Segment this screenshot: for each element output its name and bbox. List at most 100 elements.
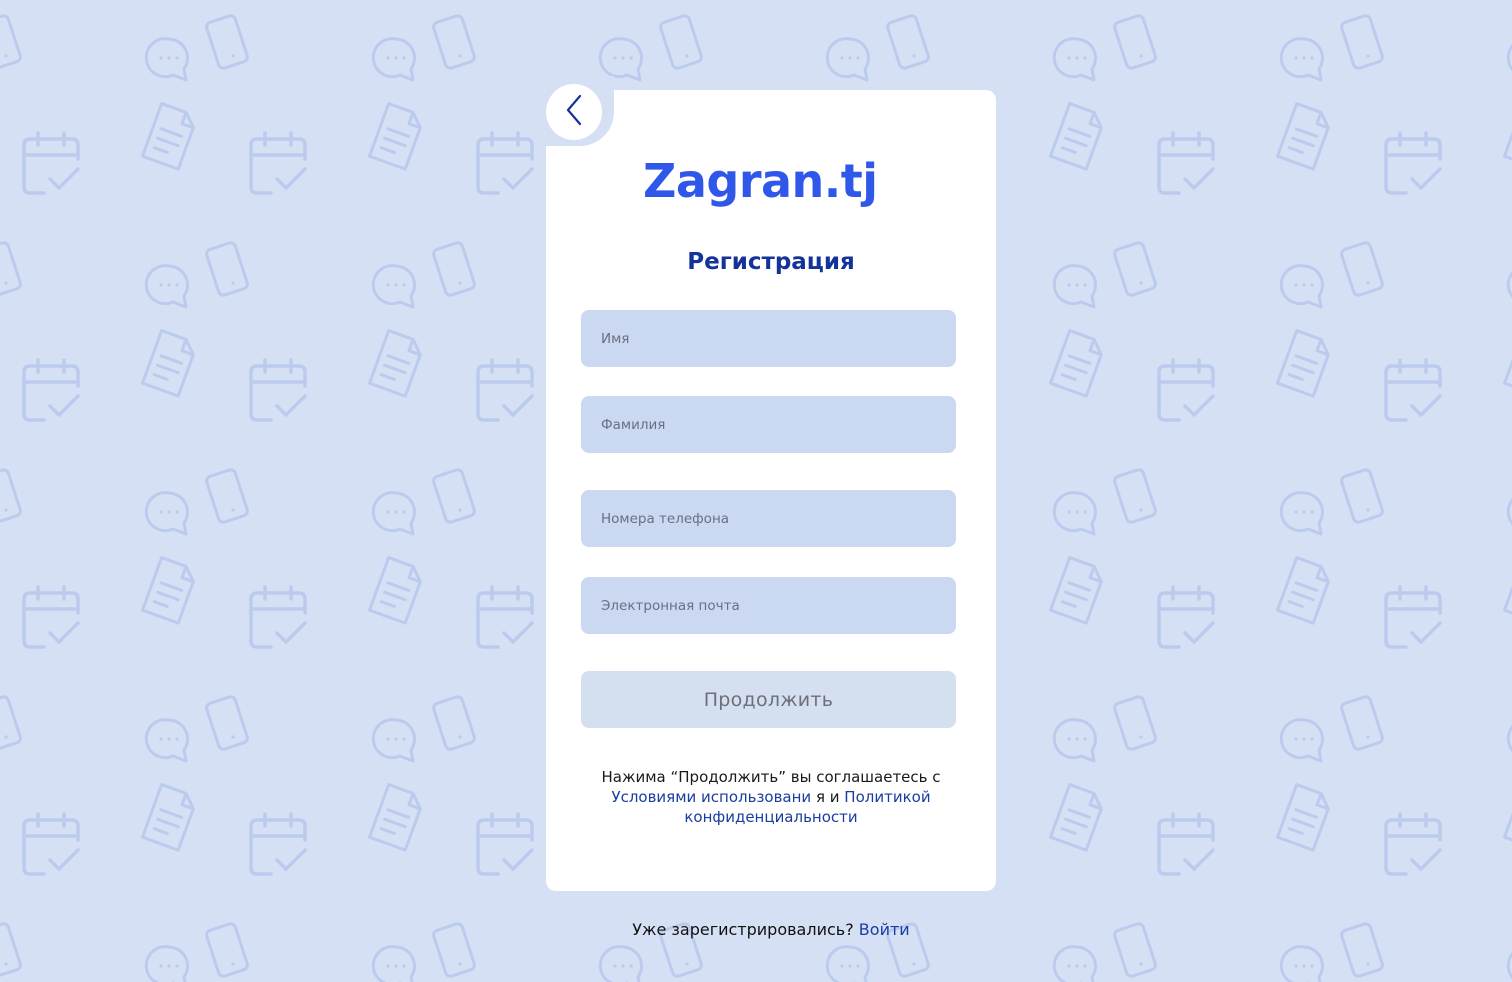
login-link[interactable]: Войти xyxy=(859,920,910,939)
email-input[interactable] xyxy=(581,577,956,634)
continue-button[interactable]: Продолжить xyxy=(581,671,956,728)
phone-icon xyxy=(1338,921,1386,979)
phone-icon xyxy=(0,694,24,752)
document-icon xyxy=(141,102,199,171)
chat-bubble-icon xyxy=(1052,491,1098,536)
chat-bubble-icon xyxy=(1506,491,1512,536)
calendar-check-icon xyxy=(249,358,307,422)
document-icon xyxy=(1049,556,1107,625)
document-icon xyxy=(1503,329,1512,398)
chat-bubble-icon xyxy=(144,37,190,82)
calendar-check-icon xyxy=(249,585,307,649)
chat-bubble-icon xyxy=(371,37,417,82)
phone-icon xyxy=(1338,694,1386,752)
document-icon xyxy=(368,102,426,171)
chat-bubble-icon xyxy=(598,945,644,982)
chat-bubble-icon xyxy=(598,37,644,82)
phone-icon xyxy=(657,13,705,71)
chat-bubble-icon xyxy=(371,945,417,982)
document-icon xyxy=(1503,556,1512,625)
chat-bubble-icon xyxy=(144,945,190,982)
phone-input[interactable] xyxy=(581,490,956,547)
chat-bubble-icon xyxy=(1052,718,1098,763)
phone-icon xyxy=(203,467,251,525)
calendar-check-icon xyxy=(476,131,534,195)
calendar-check-icon xyxy=(22,131,80,195)
chat-bubble-icon xyxy=(1506,37,1512,82)
calendar-check-icon xyxy=(476,812,534,876)
chat-bubble-icon xyxy=(1279,264,1325,309)
chat-bubble-icon xyxy=(825,37,871,82)
chat-bubble-icon xyxy=(1279,37,1325,82)
document-icon xyxy=(1503,102,1512,171)
phone-icon xyxy=(430,921,478,979)
signin-prompt: Уже зарегистрировались? Войти xyxy=(546,919,996,941)
document-icon xyxy=(1049,783,1107,852)
phone-icon xyxy=(1111,921,1159,979)
signin-question: Уже зарегистрировались? xyxy=(632,920,854,939)
calendar-check-icon xyxy=(1384,812,1442,876)
document-icon xyxy=(368,329,426,398)
chat-bubble-icon xyxy=(371,718,417,763)
calendar-check-icon xyxy=(1157,358,1215,422)
phone-icon xyxy=(0,13,24,71)
phone-icon xyxy=(203,694,251,752)
document-icon xyxy=(1049,329,1107,398)
chat-bubble-icon xyxy=(825,945,871,982)
calendar-check-icon xyxy=(1157,131,1215,195)
chat-bubble-icon xyxy=(1052,264,1098,309)
back-button[interactable] xyxy=(546,84,602,140)
document-icon xyxy=(1276,102,1334,171)
page-title: Регистрация xyxy=(687,249,855,275)
chat-bubble-icon xyxy=(1506,264,1512,309)
document-icon xyxy=(141,783,199,852)
phone-icon xyxy=(430,467,478,525)
terms-middle: я и xyxy=(815,788,840,806)
terms-of-use-link[interactable]: Условиями использовани xyxy=(611,788,811,806)
phone-icon xyxy=(884,13,932,71)
calendar-check-icon xyxy=(22,585,80,649)
document-icon xyxy=(368,556,426,625)
app-logo: Zagran.tj xyxy=(643,154,878,208)
phone-icon xyxy=(1338,13,1386,71)
document-icon xyxy=(141,556,199,625)
calendar-check-icon xyxy=(1384,358,1442,422)
document-icon xyxy=(1276,556,1334,625)
phone-icon xyxy=(1111,694,1159,752)
phone-icon xyxy=(1338,240,1386,298)
first-name-input[interactable] xyxy=(581,310,956,367)
calendar-check-icon xyxy=(249,131,307,195)
chevron-left-icon xyxy=(564,94,584,131)
document-icon xyxy=(368,783,426,852)
phone-icon xyxy=(0,921,24,979)
last-name-input[interactable] xyxy=(581,396,956,453)
phone-icon xyxy=(203,240,251,298)
chat-bubble-icon xyxy=(144,718,190,763)
document-icon xyxy=(141,329,199,398)
chat-bubble-icon xyxy=(1506,945,1512,982)
chat-bubble-icon xyxy=(144,491,190,536)
phone-icon xyxy=(430,240,478,298)
chat-bubble-icon xyxy=(371,264,417,309)
chat-bubble-icon xyxy=(144,264,190,309)
phone-icon xyxy=(0,240,24,298)
calendar-check-icon xyxy=(476,358,534,422)
phone-icon xyxy=(203,13,251,71)
calendar-check-icon xyxy=(1157,812,1215,876)
phone-icon xyxy=(430,694,478,752)
document-icon xyxy=(1049,102,1107,171)
document-icon xyxy=(1276,329,1334,398)
phone-icon xyxy=(1111,13,1159,71)
phone-icon xyxy=(0,467,24,525)
calendar-check-icon xyxy=(1384,585,1442,649)
calendar-check-icon xyxy=(1157,585,1215,649)
chat-bubble-icon xyxy=(1279,718,1325,763)
document-icon xyxy=(1503,783,1512,852)
phone-icon xyxy=(1111,467,1159,525)
terms-prefix: Нажима “Продолжить” вы соглашаетесь с xyxy=(601,768,941,786)
phone-icon xyxy=(1338,467,1386,525)
chat-bubble-icon xyxy=(1279,491,1325,536)
terms-text: Нажима “Продолжить” вы соглашаетесь с Ус… xyxy=(566,767,976,827)
calendar-check-icon xyxy=(22,812,80,876)
chat-bubble-icon xyxy=(1279,945,1325,982)
